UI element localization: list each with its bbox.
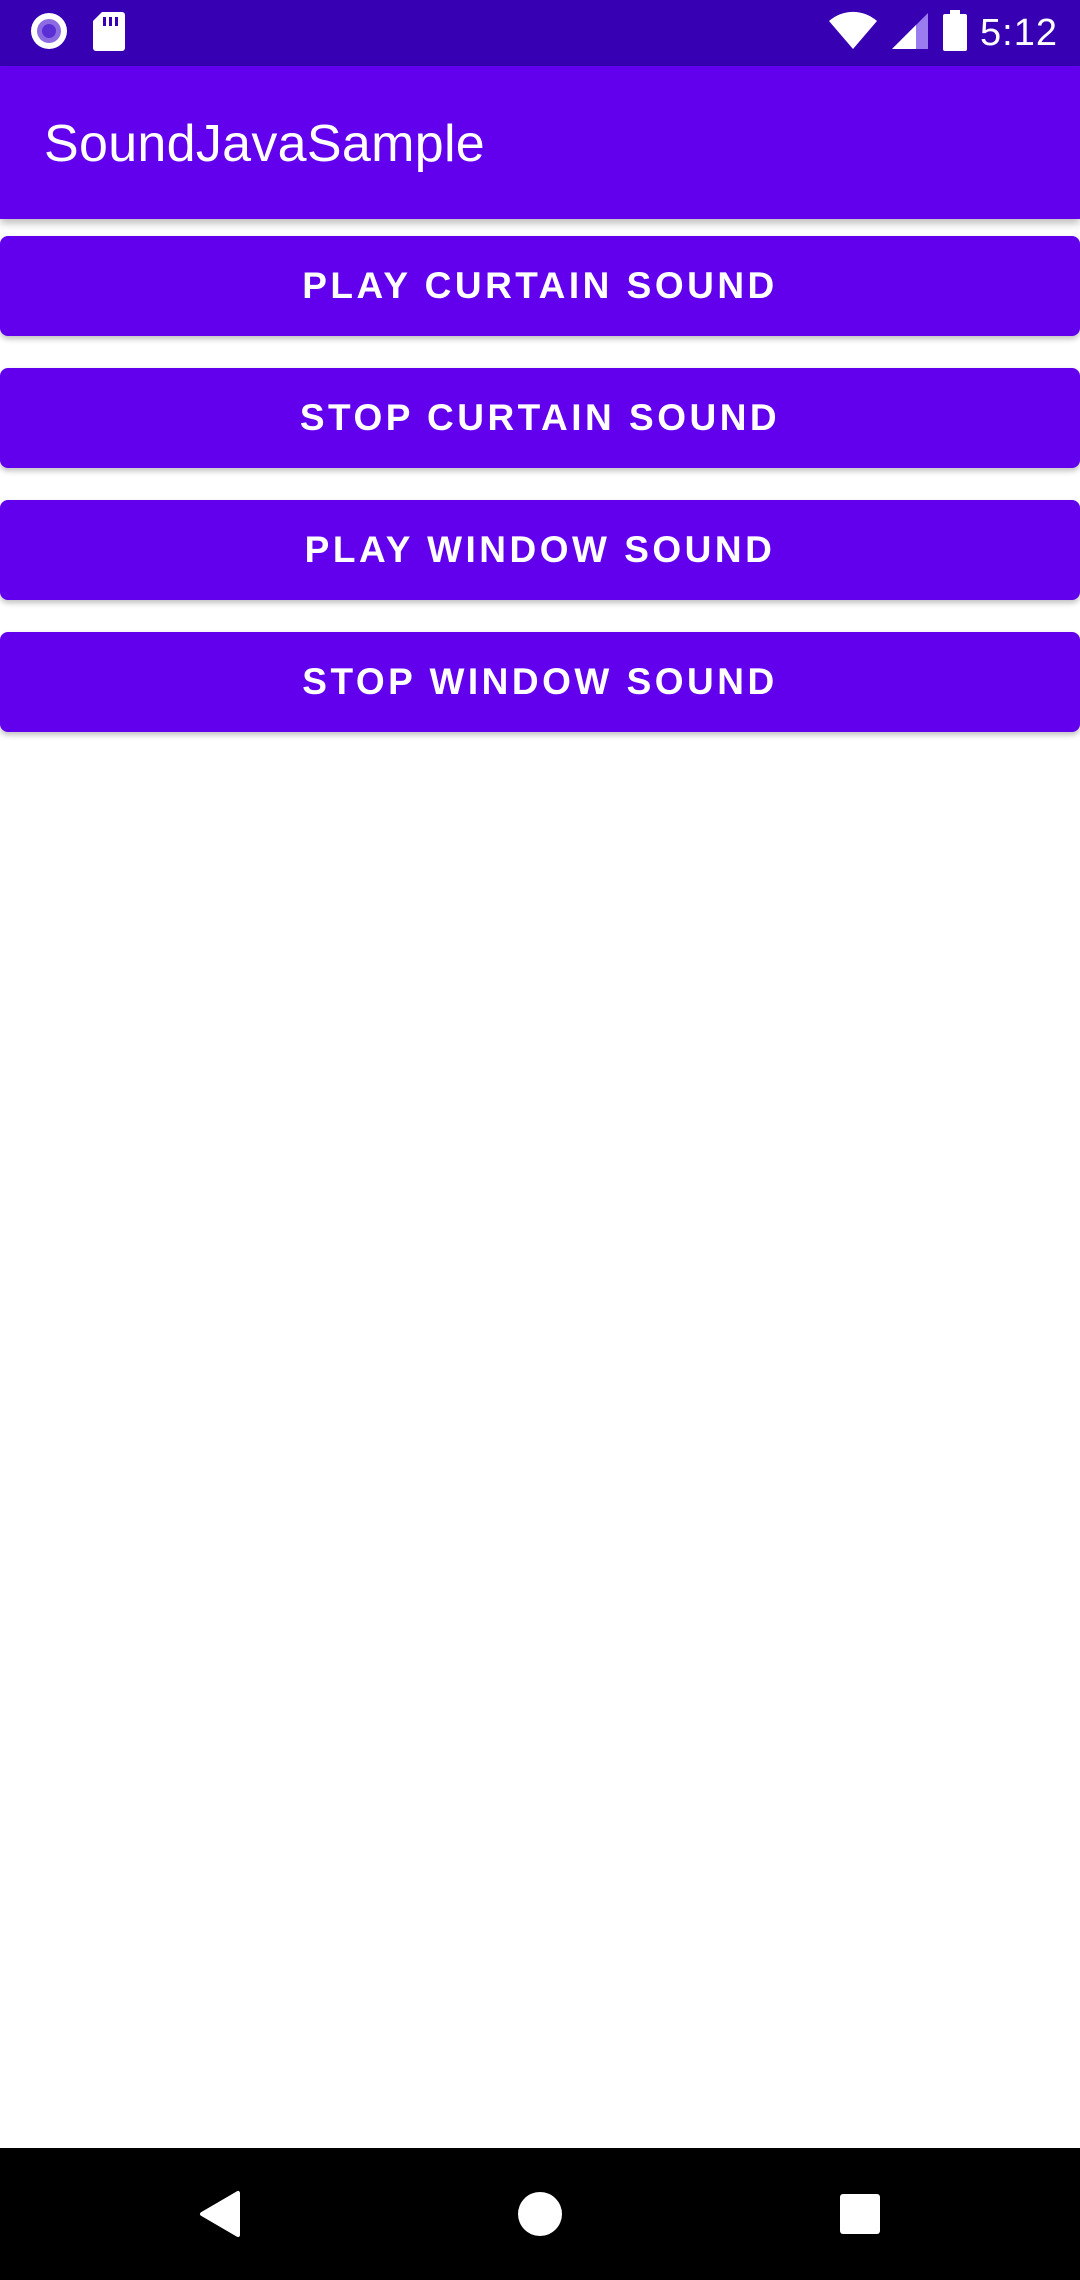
app-bar: SoundJavaSample [0, 66, 1080, 219]
cell-signal-icon [890, 11, 930, 56]
back-button[interactable] [188, 2184, 252, 2248]
battery-icon [942, 9, 968, 57]
status-bar: 5:12 [0, 0, 1080, 66]
home-icon [517, 2191, 563, 2242]
status-left-icons [28, 10, 126, 57]
play-window-sound-button[interactable]: PLAY WINDOW SOUND [0, 500, 1080, 600]
status-time: 5:12 [980, 11, 1058, 54]
home-button[interactable] [508, 2184, 572, 2248]
navigation-bar [0, 2148, 1080, 2280]
status-right-icons: 5:12 [828, 9, 1058, 57]
recents-button[interactable] [828, 2184, 892, 2248]
app-title: SoundJavaSample [44, 115, 486, 173]
recents-icon [839, 2193, 881, 2240]
back-icon [198, 2190, 242, 2243]
play-curtain-sound-button[interactable]: PLAY CURTAIN SOUND [0, 236, 1080, 336]
stop-curtain-sound-button[interactable]: STOP CURTAIN SOUND [0, 368, 1080, 468]
stop-window-sound-button[interactable]: STOP WINDOW SOUND [0, 632, 1080, 732]
wifi-icon [828, 11, 878, 56]
sd-card-icon [92, 10, 126, 57]
record-icon [28, 10, 70, 57]
